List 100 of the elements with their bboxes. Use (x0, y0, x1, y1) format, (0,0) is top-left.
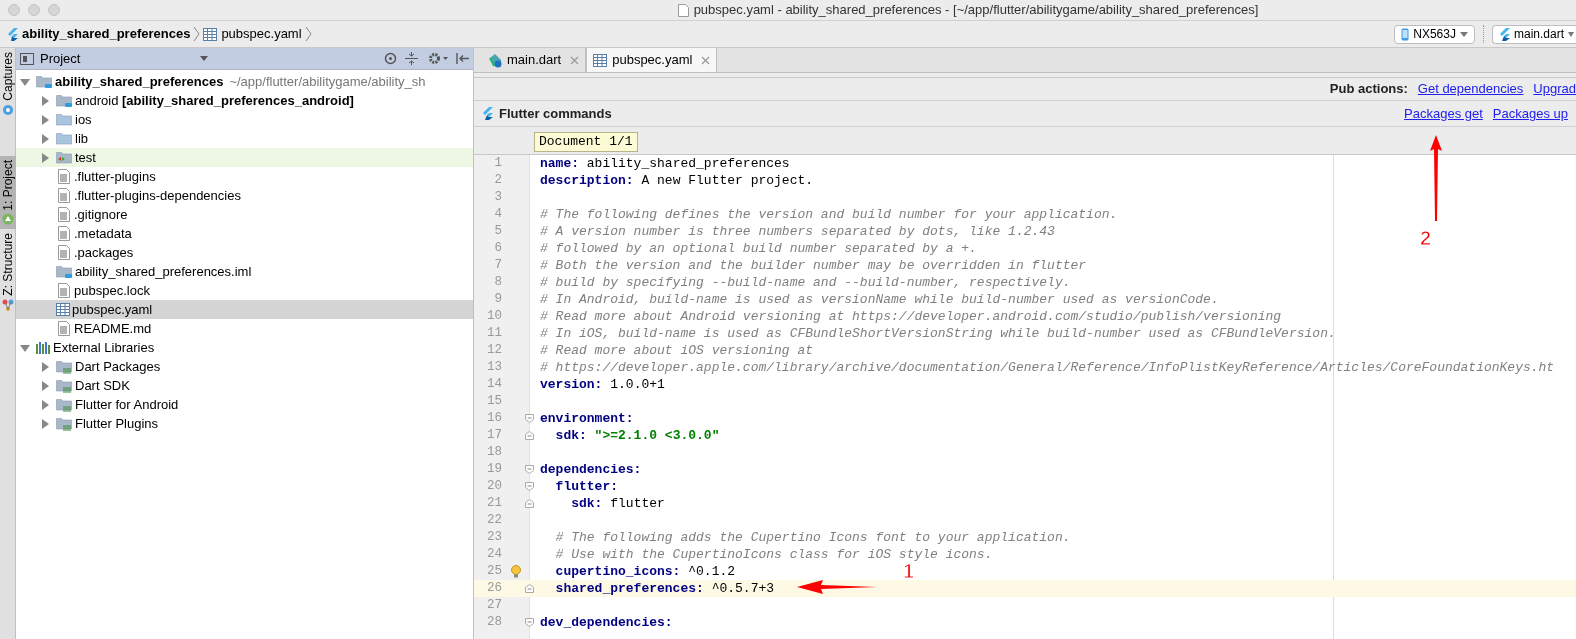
code-line: # followed by an optional build number separated by a +. (539, 239, 977, 258)
disclosure-triangle-icon[interactable] (40, 152, 50, 163)
line-number: 22 (486, 512, 502, 530)
close-icon[interactable] (570, 55, 580, 65)
code-line: # The following adds the Cupertino Icons font to your application. (554, 528, 1071, 547)
hide-panel-icon[interactable] (456, 52, 469, 65)
code-line: flutter: (554, 477, 618, 496)
line-number: 17 (486, 427, 502, 445)
folder-icon (56, 93, 73, 108)
tool-window-tab[interactable]: Captures (0, 48, 16, 120)
code-line: # A version number is three numbers separated by dots, like 1.2.43 (539, 222, 1055, 241)
window-title: pubspec.yaml - ability_shared_preferences - [~/app/flutter/abilitygame/ability_shared_preferences] (693, 1, 1259, 20)
tool-window-tab[interactable]: Z: Structure (0, 229, 16, 316)
tree-item[interactable]: .metadata (16, 224, 473, 243)
code-line: version: 1.0.0+1 (539, 375, 665, 394)
fold-marker-icon[interactable] (525, 465, 534, 474)
device-selector[interactable]: NX563J (1394, 24, 1475, 44)
editor-tab[interactable]: pubspec.yaml (586, 48, 718, 72)
link[interactable]: Upgrad (1533, 79, 1576, 99)
code-line: dependencies: (539, 460, 642, 479)
tree-item[interactable]: pubspec.lock (16, 281, 473, 300)
disclosure-triangle-icon[interactable] (40, 418, 50, 429)
structure-icon (2, 299, 14, 312)
tree-item[interactable]: External Libraries (16, 338, 473, 357)
line-number: 20 (486, 478, 502, 496)
file-icon (56, 321, 72, 336)
code-line: # https://developer.apple.com/library/archive/documentation/General/Reference/InfoPlistKeyReference/Articles/CoreFoundationKeys.ht (539, 358, 1555, 377)
flutter-commands-label: Flutter commands (499, 104, 612, 123)
line-number: 14 (486, 376, 502, 394)
fold-marker-icon[interactable] (525, 482, 534, 491)
logo-icon (6, 27, 18, 41)
line-number: 7 (493, 257, 502, 275)
tree-item[interactable]: Dart SDK (16, 376, 473, 395)
disclosure-triangle-icon[interactable] (40, 114, 50, 125)
collapse-all-icon[interactable] (405, 52, 418, 65)
line-number: 23 (486, 529, 502, 547)
tree-item[interactable]: lib (16, 129, 473, 148)
disclosure-triangle-icon[interactable] (40, 399, 50, 410)
tree-item[interactable]: .flutter-plugins (16, 167, 473, 186)
tree-item[interactable]: .flutter-plugins-dependencies (16, 186, 473, 205)
line-number: 11 (486, 325, 502, 343)
tree-item[interactable]: README.md (16, 319, 473, 338)
line-number: 27 (486, 597, 502, 615)
disclosure-triangle-icon[interactable] (40, 95, 50, 106)
fold-marker-icon[interactable] (525, 499, 534, 508)
tool-window-tab[interactable]: 1: Project (0, 155, 16, 230)
run-config-selector[interactable]: main.dart (1491, 24, 1576, 44)
logo-icon (1498, 27, 1510, 41)
fold-marker-icon[interactable] (525, 618, 534, 627)
tree-item[interactable]: ability_shared_preferences ~/app/flutter/abilitygame/ability_sh (16, 72, 473, 91)
file-icon (56, 169, 72, 184)
breadcrumb-item[interactable]: pubspec.yaml (203, 24, 302, 44)
disclosure-triangle-icon[interactable] (20, 342, 30, 353)
tree-item[interactable]: test (16, 148, 473, 167)
code-line: name: ability_shared_preferences (539, 155, 790, 173)
disclosure-triangle-icon[interactable] (40, 133, 50, 144)
code-line: # build by specifying --build-name and --build-number, respectively. (539, 273, 1071, 292)
close-icon[interactable] (701, 55, 711, 65)
tree-item[interactable]: Dart Packages (16, 357, 473, 376)
tree-item[interactable]: pubspec.yaml (16, 300, 473, 319)
caret-icon (1459, 31, 1468, 37)
link[interactable]: Packages up (1492, 103, 1568, 124)
disclosure-triangle-icon[interactable] (40, 380, 50, 391)
folder-icon (56, 359, 73, 374)
line-number: 24 (486, 546, 502, 564)
document-icon (677, 3, 689, 17)
pub-actions-label: Pub actions: (1329, 80, 1408, 99)
settings-icon[interactable] (428, 52, 448, 65)
code-line: # Read more about iOS versioning at (539, 341, 814, 360)
tree-item[interactable]: Flutter Plugins (16, 414, 473, 433)
breadcrumb-item[interactable]: ability_shared_preferences (6, 24, 191, 44)
chevron-icon (193, 27, 201, 41)
line-number: 9 (493, 291, 502, 309)
fold-marker-icon[interactable] (525, 584, 534, 593)
fold-marker-icon[interactable] (525, 414, 534, 423)
locate-icon[interactable] (384, 52, 397, 65)
link[interactable]: Get dependencies (1417, 79, 1524, 99)
tree-item[interactable]: android [ability_shared_preferences_android] (16, 91, 473, 110)
code-line: sdk: flutter (570, 494, 665, 513)
line-number: 12 (486, 342, 502, 360)
code-line: # Use with the CupertinoIcons class for iOS style icons. (554, 545, 993, 564)
file-icon (56, 283, 72, 298)
line-number: 15 (486, 393, 502, 411)
link[interactable]: Packages get (1404, 103, 1483, 124)
table-icon (56, 303, 70, 316)
disclosure-triangle-icon[interactable] (20, 76, 30, 87)
line-number: 19 (486, 461, 502, 479)
tree-item[interactable]: ability_shared_preferences.iml (16, 262, 473, 281)
lightbulb-icon[interactable] (511, 565, 521, 578)
file-icon (56, 188, 72, 203)
fold-marker-icon[interactable] (525, 431, 534, 440)
disclosure-triangle-icon[interactable] (40, 361, 50, 372)
line-number: 21 (486, 495, 502, 513)
caret-icon[interactable] (200, 56, 208, 61)
tree-item[interactable]: Flutter for Android (16, 395, 473, 414)
tree-item[interactable]: .gitignore (16, 205, 473, 224)
tree-item[interactable]: .packages (16, 243, 473, 262)
code-line: environment: (539, 409, 634, 428)
tree-item[interactable]: ios (16, 110, 473, 129)
chevron-icon (304, 27, 312, 41)
